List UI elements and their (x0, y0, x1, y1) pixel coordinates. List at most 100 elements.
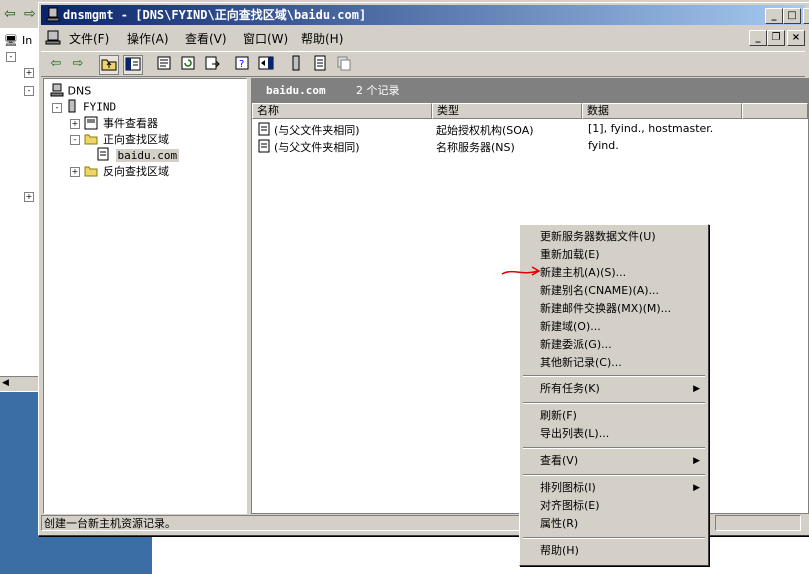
tree-item-baidu-com[interactable]: baidu.com (96, 147, 180, 164)
menu-item-new-mx[interactable]: 新建邮件交换器(MX)(M)... (522, 300, 706, 318)
menu-item-export-list[interactable]: 导出列表(L)... (522, 425, 706, 443)
menu-item-new-alias[interactable]: 新建别名(CNAME)(A)... (522, 282, 706, 300)
event-viewer-icon (84, 116, 100, 133)
console-tree: DNS - FYIND + 事件查看器 - 正向查找区域 baidu.com +… (43, 78, 247, 514)
menu-item-update-server-data[interactable]: 更新服务器数据文件(U) (522, 228, 706, 246)
menu-item-label: 刷新(F) (540, 409, 577, 422)
cell-data: fyind. (588, 139, 619, 152)
menu-separator (523, 402, 705, 404)
menu-item-all-tasks[interactable]: 所有任务(K) ▶ (522, 380, 706, 398)
tree-item-reverse-zone[interactable]: + 反向查找区域 (70, 163, 169, 180)
expand-icon[interactable]: + (70, 119, 80, 129)
menu-separator (523, 537, 705, 539)
menu-item-view[interactable]: 查看(V) ▶ (522, 452, 706, 470)
menu-help[interactable]: 帮助(H) (301, 30, 343, 47)
menu-item-label: 所有任务(K) (540, 382, 600, 395)
background-scrollbar[interactable]: ◀ (0, 376, 38, 391)
tree-item-forward-zone[interactable]: - 正向查找区域 (70, 131, 169, 148)
column-header-type[interactable]: 类型 (432, 103, 582, 119)
background-expand-icon[interactable]: + (24, 192, 34, 202)
menu-item-label: 重新加载(E) (540, 248, 600, 261)
close-button[interactable]: × (803, 8, 809, 24)
tree-label-event-viewer: 事件查看器 (103, 117, 158, 130)
column-header-data[interactable]: 数据 (582, 103, 742, 119)
menu-item-new-domain[interactable]: 新建域(O)... (522, 318, 706, 336)
cell-data: [1], fyind., hostmaster. (588, 122, 714, 135)
menu-item-label: 查看(V) (540, 454, 579, 467)
menu-item-line-up-icons[interactable]: 对齐图标(E) (522, 497, 706, 515)
menu-item-label: 其他新记录(C)... (540, 356, 622, 369)
background-toolbar: ⇦ ⇨ (0, 0, 40, 30)
minimize-button[interactable]: _ (765, 8, 783, 24)
menu-item-new-host[interactable]: 新建主机(A)(S)... (522, 264, 706, 282)
menu-item-other-records[interactable]: 其他新记录(C)... (522, 354, 706, 372)
export-icon[interactable] (203, 55, 221, 73)
status-text: 创建一台新主机资源记录。 (41, 515, 561, 531)
table-row[interactable]: (与父文件夹相同) 起始授权机构(SOA) [1], fyind., hostm… (252, 121, 808, 137)
menu-item-refresh[interactable]: 刷新(F) (522, 407, 706, 425)
svg-text:?: ? (239, 59, 244, 70)
tree-item-fyind[interactable]: - FYIND (52, 99, 116, 116)
menu-window[interactable]: 窗口(W) (243, 30, 288, 47)
background-tree-label: In (22, 34, 33, 47)
back-icon[interactable]: ⇦ (47, 55, 65, 73)
menu-action[interactable]: 操作(A) (127, 30, 169, 47)
menu-item-new-delegation[interactable]: 新建委派(G)... (522, 336, 706, 354)
collapse-icon[interactable]: - (70, 135, 80, 145)
maximize-button[interactable]: □ (783, 8, 801, 24)
zone-title: baidu.com (266, 84, 326, 97)
tree-label-fyind: FYIND (83, 100, 117, 114)
up-folder-icon[interactable] (99, 55, 119, 75)
background-expand-icon[interactable]: - (24, 86, 34, 96)
status-panel (715, 515, 801, 531)
menu-item-arrange-icons[interactable]: 排列图标(I) ▶ (522, 479, 706, 497)
action-pane-icon[interactable] (257, 55, 275, 73)
refresh-icon[interactable] (179, 55, 197, 73)
folder-icon (84, 165, 100, 180)
result-pane-header: baidu.com 2 个记录 (252, 79, 808, 103)
menu-item-label: 更新服务器数据文件(U) (540, 230, 656, 243)
expand-icon[interactable]: + (70, 167, 80, 177)
show-tree-icon[interactable] (123, 55, 143, 75)
table-row[interactable]: (与父文件夹相同) 名称服务器(NS) fyind. (252, 138, 808, 154)
scroll-left-icon[interactable]: ◀ (2, 378, 9, 388)
menu-separator (523, 474, 705, 476)
copy-icon[interactable] (335, 55, 353, 73)
menu-item-reload[interactable]: 重新加载(E) (522, 246, 706, 264)
context-menu: 更新服务器数据文件(U) 重新加载(E) 新建主机(A)(S)... 新建别名(… (519, 224, 709, 566)
help-icon[interactable]: ? (233, 55, 251, 73)
tree-item-event-viewer[interactable]: + 事件查看器 (70, 115, 158, 133)
background-expand-icon[interactable]: + (24, 68, 34, 78)
column-header-name[interactable]: 名称 (252, 103, 432, 119)
tree-item-dns[interactable]: DNS (50, 83, 91, 100)
server-icon[interactable] (287, 55, 305, 73)
menu-item-label: 对齐图标(E) (540, 499, 600, 512)
tree-label-dns: DNS (67, 84, 92, 98)
cell-name: (与父文件夹相同) (274, 124, 360, 137)
list-icon[interactable] (311, 55, 329, 73)
background-content (152, 536, 809, 574)
menu-item-help[interactable]: 帮助(H) (522, 542, 706, 560)
dns-icon (50, 83, 64, 100)
menu-view[interactable]: 查看(V) (185, 30, 227, 47)
record-icon (258, 122, 270, 139)
submenu-arrow-icon: ▶ (693, 384, 700, 394)
properties-icon[interactable] (155, 55, 173, 73)
background-back-icon[interactable]: ⇦ (4, 6, 16, 22)
mdi-restore-button[interactable]: ❐ (767, 30, 785, 46)
mdi-minimize-button[interactable]: _ (749, 30, 767, 46)
background-expand-icon[interactable]: - (6, 52, 16, 62)
title-bar[interactable]: dnsmgmt - [DNS\FYIND\正向查找区域\baidu.com] _… (41, 5, 809, 25)
menu-item-label: 属性(R) (540, 517, 579, 530)
mmc-doc-icon[interactable] (45, 29, 61, 45)
background-forward-icon[interactable]: ⇨ (24, 6, 36, 22)
mdi-close-button[interactable]: × (787, 30, 805, 46)
cell-name: (与父文件夹相同) (274, 141, 360, 154)
forward-icon[interactable]: ⇨ (69, 55, 87, 73)
menu-item-properties[interactable]: 属性(R) (522, 515, 706, 533)
tree-label-baidu-com: baidu.com (115, 148, 180, 162)
collapse-icon[interactable]: - (52, 102, 62, 113)
menu-item-label: 新建别名(CNAME)(A)... (540, 284, 660, 297)
cell-type: 起始授权机构(SOA) (436, 124, 534, 137)
menu-file[interactable]: 文件(F) (69, 30, 109, 47)
